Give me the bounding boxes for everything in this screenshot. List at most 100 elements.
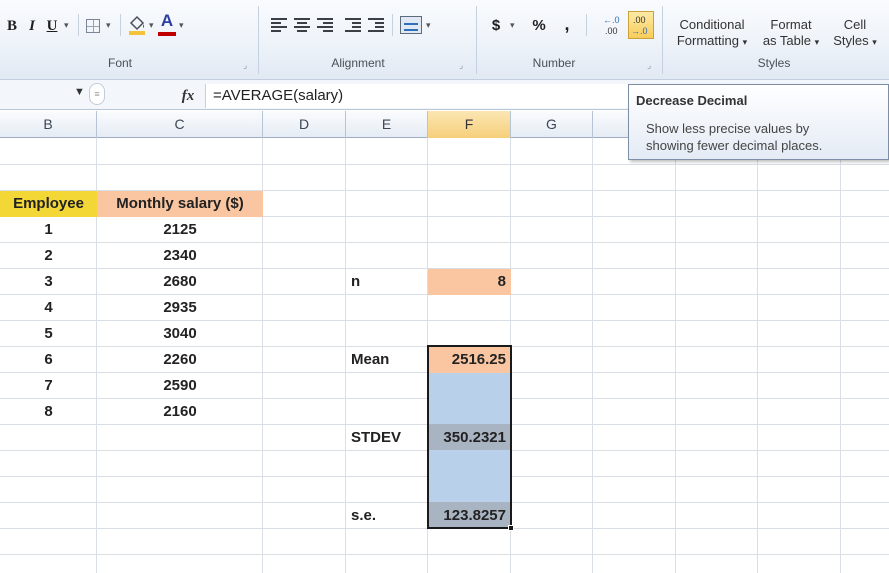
decrease-decimal-icon[interactable]: .00 →.0 — [628, 11, 654, 39]
name-box-dropdown-icon[interactable]: ▼ — [74, 86, 85, 98]
decrease-decimal-tooltip: Decrease Decimal Show less precise value… — [628, 84, 889, 160]
employee-cell[interactable]: 2 — [0, 243, 97, 269]
column-header-g[interactable]: G — [511, 111, 593, 138]
align-right-icon[interactable] — [317, 18, 333, 32]
underline-button[interactable]: U — [44, 16, 60, 36]
merge-center-dropdown-icon[interactable]: ▾ — [426, 20, 431, 31]
fill-color-dropdown-icon[interactable]: ▾ — [149, 20, 154, 31]
salary-cell[interactable]: 2680 — [97, 269, 263, 295]
svg-text:←.0: ←.0 — [603, 15, 620, 25]
align-center-icon[interactable] — [294, 18, 310, 32]
currency-dropdown-icon[interactable]: ▾ — [510, 20, 515, 31]
mean-label-cell[interactable]: Mean — [346, 347, 428, 373]
currency-button[interactable]: $ — [489, 16, 503, 36]
conditional-formatting-label-2: Formatting — [676, 33, 739, 48]
salary-cell[interactable]: 2125 — [97, 217, 263, 243]
percent-button[interactable]: % — [530, 16, 548, 36]
grid-line — [675, 138, 676, 573]
underline-dropdown-icon[interactable]: ▾ — [64, 20, 69, 31]
chevron-down-icon: ▾ — [872, 37, 877, 47]
alignment-dialog-launcher-icon[interactable]: ⌟ — [459, 60, 463, 71]
grid-line — [0, 164, 889, 165]
employee-cell[interactable]: 8 — [0, 399, 97, 425]
separator — [476, 6, 477, 74]
chevron-down-icon: ▾ — [742, 37, 748, 47]
format-as-table-label-2: as Table — [762, 33, 812, 48]
increase-indent-icon[interactable] — [368, 18, 384, 32]
separator — [392, 14, 393, 36]
salary-cell[interactable]: 3040 — [97, 321, 263, 347]
grid-line — [757, 138, 758, 573]
employee-header-cell[interactable]: Employee — [0, 191, 97, 217]
merge-center-icon[interactable] — [400, 16, 422, 34]
font-color-button[interactable]: A — [158, 12, 176, 36]
cell-styles-label: Cell — [843, 17, 867, 32]
insert-function-button[interactable]: fx — [176, 84, 200, 108]
font-color-dropdown-icon[interactable]: ▾ — [179, 20, 184, 31]
column-header-d[interactable]: D — [263, 111, 346, 138]
borders-icon[interactable] — [86, 19, 100, 33]
salary-cell[interactable]: 2590 — [97, 373, 263, 399]
tooltip-title: Decrease Decimal — [636, 93, 748, 108]
employee-cell[interactable]: 5 — [0, 321, 97, 347]
grid-line — [592, 138, 593, 573]
font-color-letter: A — [160, 11, 174, 30]
column-header-f[interactable]: F — [428, 111, 511, 138]
separator — [662, 6, 663, 74]
increase-decimal-icon[interactable]: ←.0.00 — [601, 12, 625, 38]
employee-cell[interactable]: 6 — [0, 347, 97, 373]
separator — [78, 14, 79, 36]
tooltip-description-line2: showing fewer decimal places. — [646, 138, 823, 153]
selection-border — [427, 345, 512, 529]
salary-cell[interactable]: 2260 — [97, 347, 263, 373]
comma-button[interactable]: , — [562, 14, 572, 34]
salary-cell[interactable]: 2160 — [97, 399, 263, 425]
separator — [258, 6, 259, 74]
svg-text:.00: .00 — [605, 26, 618, 36]
svg-text:→.0: →.0 — [631, 26, 648, 36]
styles-group-label: Styles — [757, 56, 791, 70]
number-dialog-launcher-icon[interactable]: ⌟ — [647, 60, 651, 71]
decrease-indent-icon[interactable] — [345, 18, 361, 32]
salary-cell[interactable]: 2935 — [97, 295, 263, 321]
column-header-c[interactable]: C — [97, 111, 263, 138]
employee-cell[interactable]: 3 — [0, 269, 97, 295]
column-header-e[interactable]: E — [346, 111, 428, 138]
fill-color-icon[interactable] — [128, 14, 146, 36]
align-left-icon[interactable] — [271, 18, 287, 32]
alignment-group-label: Alignment — [331, 56, 385, 70]
conditional-formatting-label: Conditional — [679, 17, 745, 32]
font-group-label: Font — [107, 56, 132, 70]
n-label-cell[interactable]: n — [346, 269, 428, 295]
employee-cell[interactable]: 1 — [0, 217, 97, 243]
cell-styles-button[interactable]: Cell Styles ▾ — [826, 17, 884, 50]
separator — [120, 14, 121, 36]
format-as-table-button[interactable]: Format as Table ▾ — [758, 17, 824, 50]
employee-cell[interactable]: 7 — [0, 373, 97, 399]
conditional-formatting-button[interactable]: Conditional Formatting ▾ — [666, 17, 758, 50]
font-color-swatch — [158, 32, 176, 36]
svg-text:.00: .00 — [633, 15, 646, 25]
borders-dropdown-icon[interactable]: ▾ — [106, 20, 111, 31]
column-header-b[interactable]: B — [0, 111, 97, 138]
format-as-table-label: Format — [770, 17, 812, 32]
salary-cell[interactable]: 2340 — [97, 243, 263, 269]
separator — [586, 14, 587, 36]
employee-cell[interactable]: 4 — [0, 295, 97, 321]
cell-styles-label-2: Styles — [833, 33, 869, 48]
stdev-label-cell[interactable]: STDEV — [346, 425, 428, 451]
ribbon: B I U ▾ ▾ ▾ A ▾ Font ⌟ ▾ Alignment ⌟ $ ▾… — [0, 0, 889, 80]
formula-bar-grip-icon[interactable]: ≡ — [89, 83, 105, 105]
n-value-cell[interactable]: 8 — [428, 269, 511, 295]
salary-header-cell[interactable]: Monthly salary ($) — [97, 191, 263, 217]
fill-handle[interactable] — [508, 525, 514, 531]
tooltip-description-line1: Show less precise values by — [646, 121, 810, 136]
bold-button[interactable]: B — [4, 16, 20, 36]
chevron-down-icon: ▾ — [814, 37, 820, 47]
italic-button[interactable]: I — [24, 16, 40, 36]
se-label-cell[interactable]: s.e. — [346, 503, 428, 529]
font-dialog-launcher-icon[interactable]: ⌟ — [243, 60, 247, 71]
number-group-label: Number — [532, 56, 576, 70]
grid-line — [0, 554, 889, 555]
grid-line — [840, 138, 841, 573]
